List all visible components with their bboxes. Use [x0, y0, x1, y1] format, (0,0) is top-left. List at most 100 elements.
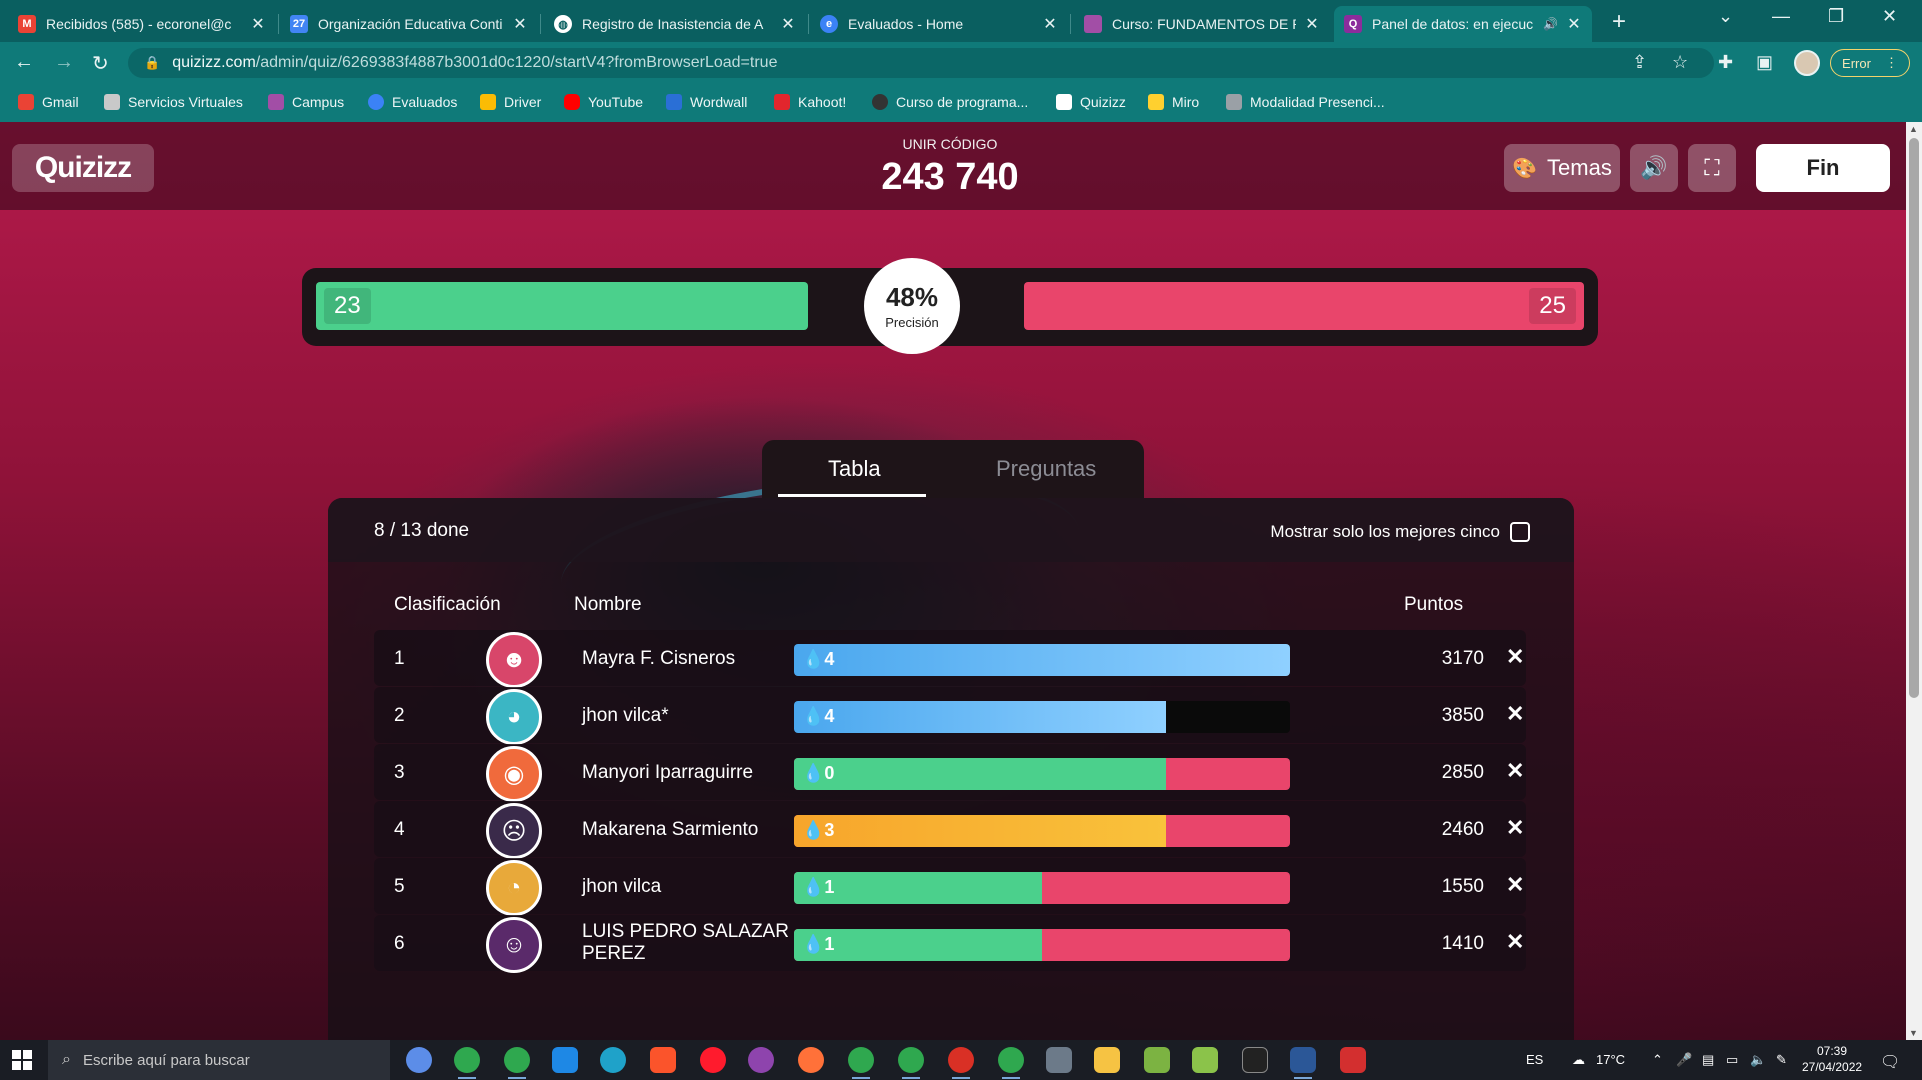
acrobat-icon[interactable]	[1340, 1047, 1366, 1073]
bookmark-kahoot[interactable]: Kahoot!	[774, 94, 846, 110]
scroll-down-icon[interactable]: ▼	[1909, 1028, 1918, 1038]
bookmark-label: Wordwall	[690, 94, 748, 110]
score-progress-bar: 💧4	[794, 644, 1290, 676]
chrome-icon[interactable]	[948, 1047, 974, 1079]
end-button[interactable]: Fin	[1756, 144, 1890, 192]
tab-tabla[interactable]: Tabla	[828, 456, 881, 482]
word-icon[interactable]	[1290, 1047, 1316, 1079]
bookmark-miro[interactable]: Miro	[1148, 94, 1199, 110]
weather-temp[interactable]: 17°C	[1596, 1052, 1625, 1067]
firefox-icon[interactable]	[798, 1047, 824, 1073]
remove-player-icon[interactable]: ✕	[1506, 872, 1524, 898]
mail-icon[interactable]	[552, 1047, 578, 1073]
remove-player-icon[interactable]: ✕	[1506, 644, 1524, 670]
bookmark-youtube[interactable]: YouTube	[564, 94, 643, 110]
address-bar[interactable]: 🔒 quizizz.com/admin/quiz/6269383f4887b30…	[128, 48, 1714, 78]
bookmark-curso-programacion[interactable]: Curso de programa...	[872, 94, 1028, 110]
browser-tab-evaluados[interactable]: e Evaluados - Home ✕	[810, 6, 1068, 42]
notifications-icon[interactable]: 🗨	[1880, 1052, 1900, 1072]
network-icon[interactable]: ▤	[1702, 1052, 1714, 1068]
restore-icon[interactable]: ❐	[1828, 6, 1844, 27]
chrome-icon[interactable]	[898, 1047, 924, 1079]
battery-icon[interactable]: ▭	[1726, 1052, 1738, 1068]
clock[interactable]: 07:39 27/04/2022	[1802, 1043, 1862, 1075]
bookmark-servicios-virtuales[interactable]: Servicios Virtuales	[104, 94, 243, 110]
reload-icon[interactable]: ↻	[92, 51, 109, 76]
new-tab-icon[interactable]: +	[1612, 8, 1626, 36]
brave-icon[interactable]	[650, 1047, 676, 1073]
chrome-icon[interactable]	[998, 1047, 1024, 1079]
fullscreen-button[interactable]: ⛶	[1688, 144, 1736, 192]
quizizz-logo[interactable]: Quizizz	[12, 144, 154, 192]
close-icon[interactable]: ✕	[780, 14, 796, 34]
side-panel-icon[interactable]: ▣	[1756, 52, 1773, 73]
cortana-icon[interactable]	[406, 1047, 432, 1073]
speaker-icon[interactable]: 🔊	[1543, 17, 1558, 31]
bookmark-modalidad[interactable]: Modalidad Presenci...	[1226, 94, 1385, 110]
chevron-up-icon[interactable]: ⌃	[1652, 1052, 1663, 1068]
opera-icon[interactable]	[700, 1047, 726, 1073]
chrome-icon[interactable]	[504, 1047, 530, 1079]
windows-start-icon[interactable]	[12, 1050, 32, 1070]
tab-preguntas[interactable]: Preguntas	[996, 456, 1096, 482]
scrollbar-thumb[interactable]	[1909, 138, 1919, 698]
taskbar-search[interactable]: ⌕ Escribe aquí para buscar	[48, 1040, 390, 1080]
close-window-icon[interactable]: ✕	[1882, 6, 1897, 27]
close-icon[interactable]: ✕	[1304, 14, 1320, 34]
leaderboard-row[interactable]: 4 ☹ Makarena Sarmiento 💧3 2460 ✕	[374, 801, 1526, 859]
browser-tab-registro[interactable]: ◍ Registro de Inasistencia de A ✕	[544, 6, 806, 42]
leaderboard-row[interactable]: 6 ☺ LUIS PEDRO SALAZAR PEREZ 💧1 1410 ✕	[374, 915, 1526, 973]
back-icon[interactable]: ←	[14, 51, 34, 74]
bookmark-star-icon[interactable]: ☆	[1672, 52, 1688, 73]
tab-search-icon[interactable]: ⌄	[1718, 6, 1733, 27]
weather-icon[interactable]: ☁	[1572, 1052, 1585, 1068]
close-icon[interactable]: ✕	[1042, 14, 1058, 34]
terminal-icon[interactable]	[1242, 1047, 1268, 1073]
error-button[interactable]: Error ⋮	[1830, 49, 1910, 77]
notepad-icon[interactable]	[1144, 1047, 1170, 1073]
chrome-icon[interactable]	[848, 1047, 874, 1079]
top-five-checkbox[interactable]	[1510, 522, 1530, 542]
remove-player-icon[interactable]: ✕	[1506, 701, 1524, 727]
bookmark-evaluados[interactable]: Evaluados	[368, 94, 457, 110]
share-icon[interactable]: ⇪	[1632, 52, 1647, 73]
scroll-up-icon[interactable]: ▲	[1909, 124, 1918, 134]
forward-icon[interactable]: →	[54, 51, 74, 74]
browser-tab-gmail[interactable]: M Recibidos (585) - ecoronel@c ✕	[8, 6, 276, 42]
extensions-icon[interactable]: ✚	[1718, 52, 1733, 73]
minimize-icon[interactable]: —	[1772, 6, 1790, 27]
file-explorer-icon[interactable]	[1094, 1047, 1120, 1073]
edge-icon[interactable]	[600, 1047, 626, 1073]
close-icon[interactable]: ✕	[512, 14, 528, 34]
leaderboard-row[interactable]: 2 ◕ jhon vilca* 💧4 3850 ✕	[374, 687, 1526, 745]
leaderboard-row[interactable]: 5 ◔ jhon vilca 💧1 1550 ✕	[374, 858, 1526, 916]
bookmark-driver[interactable]: Driver	[480, 94, 541, 110]
browser-tab-panel[interactable]: Q Panel de datos: en ejecuc 🔊 ✕	[1334, 6, 1592, 42]
microphone-icon[interactable]: 🎤	[1676, 1052, 1692, 1068]
language-indicator[interactable]: ES	[1526, 1052, 1543, 1067]
remove-player-icon[interactable]: ✕	[1506, 758, 1524, 784]
close-icon[interactable]: ✕	[250, 14, 266, 34]
snipping-icon[interactable]	[1192, 1047, 1218, 1073]
bookmark-quizizz[interactable]: Quizizz	[1056, 94, 1126, 110]
browser-tab-curso[interactable]: Curso: FUNDAMENTOS DE PR ✕	[1074, 6, 1330, 42]
app-icon[interactable]	[1046, 1047, 1072, 1073]
chrome-icon[interactable]	[454, 1047, 480, 1079]
bookmark-campus[interactable]: Campus	[268, 94, 344, 110]
remove-player-icon[interactable]: ✕	[1506, 929, 1524, 955]
bookmark-wordwall[interactable]: Wordwall	[666, 94, 747, 110]
sound-button[interactable]: 🔊	[1630, 144, 1678, 192]
top-five-toggle[interactable]: Mostrar solo los mejores cinco	[1270, 522, 1530, 542]
page-scrollbar[interactable]: ▲ ▼	[1906, 122, 1922, 1040]
browser-tab-organizacion[interactable]: 27 Organización Educativa Conti ✕	[280, 6, 538, 42]
tor-icon[interactable]	[748, 1047, 774, 1073]
pen-icon[interactable]: ✎	[1776, 1052, 1787, 1068]
profile-avatar[interactable]	[1794, 50, 1820, 76]
bookmark-gmail[interactable]: Gmail	[18, 94, 79, 110]
close-icon[interactable]: ✕	[1566, 14, 1582, 34]
remove-player-icon[interactable]: ✕	[1506, 815, 1524, 841]
leaderboard-row[interactable]: 1 ☻ Mayra F. Cisneros 💧4 3170 ✕	[374, 630, 1526, 688]
themes-button[interactable]: 🎨 Temas	[1504, 144, 1620, 192]
volume-icon[interactable]: 🔈	[1750, 1052, 1766, 1068]
leaderboard-row[interactable]: 3 ◉ Manyori Iparraguirre 💧0 2850 ✕	[374, 744, 1526, 802]
